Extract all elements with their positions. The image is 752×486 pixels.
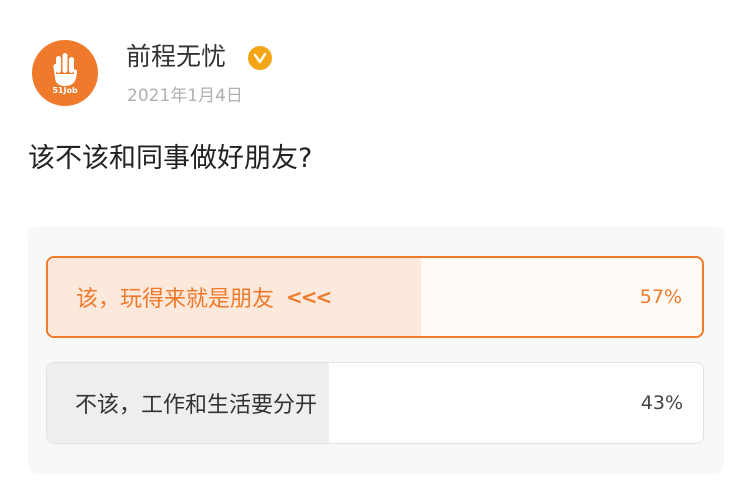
selected-chevrons-icon: <<< (286, 285, 332, 309)
account-name[interactable]: 前程无忧 (126, 40, 226, 74)
hand-icon (53, 52, 77, 86)
poll-option-2-label: 不该，工作和生活要分开 (75, 393, 318, 418)
poll-question: 该不该和同事做好朋友? (28, 143, 313, 174)
poll-option-2[interactable]: 不该，工作和生活要分开 43% (46, 362, 704, 444)
verified-badge-icon (248, 46, 272, 70)
poll-card: 该，玩得来就是朋友 <<< 57% 不该，工作和生活要分开 43% (28, 226, 724, 474)
poll-option-1[interactable]: 该，玩得来就是朋友 <<< 57% (46, 256, 704, 338)
poll-option-1-percent: 57% (639, 286, 682, 308)
poll-option-2-percent: 43% (640, 392, 683, 414)
poll-option-1-label: 该，玩得来就是朋友 (76, 287, 275, 312)
post-date: 2021年1月4日 (127, 86, 243, 106)
account-avatar[interactable]: 51Job (32, 40, 98, 106)
avatar-brand-text: 51Job (52, 85, 78, 95)
